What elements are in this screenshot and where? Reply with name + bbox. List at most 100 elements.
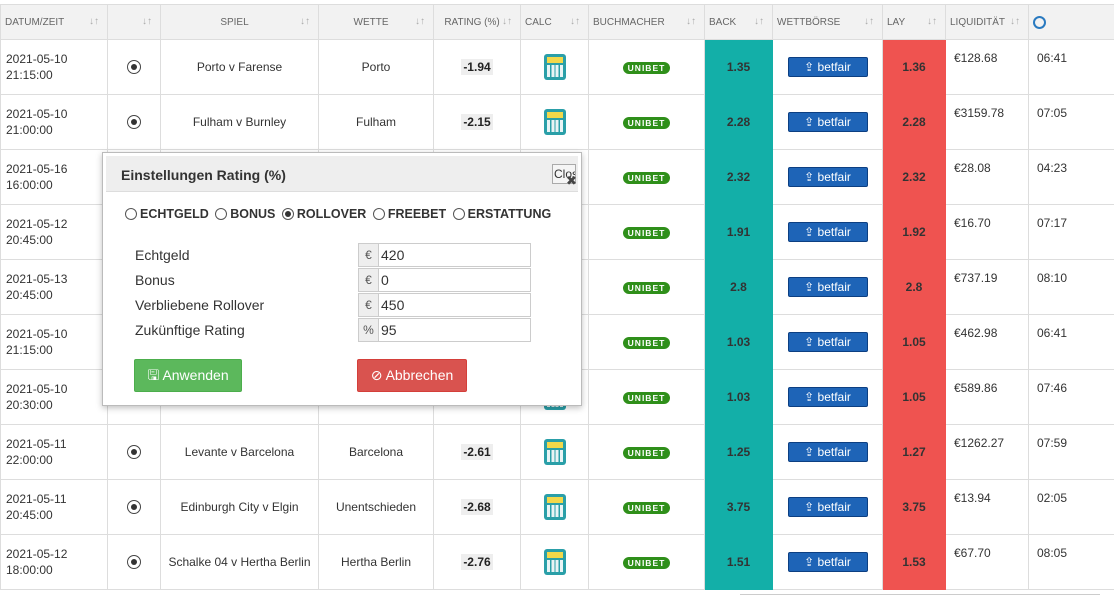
betfair-logo[interactable]: ⇪ betfair xyxy=(787,277,868,297)
betfair-logo[interactable]: ⇪ betfair xyxy=(787,167,868,187)
cell-calc[interactable] xyxy=(520,94,589,150)
currency-prefix: € xyxy=(358,243,378,267)
apply-button[interactable]: 🖫 Anwenden xyxy=(134,359,242,392)
calculator-icon[interactable] xyxy=(543,549,566,575)
cell-exchange[interactable]: ⇪ betfair xyxy=(772,314,883,370)
rollover-input[interactable] xyxy=(378,293,531,317)
col-header-spiel[interactable]: SPIEL ↓↑ xyxy=(160,4,319,40)
calculator-icon[interactable] xyxy=(543,109,566,135)
cell-calc[interactable] xyxy=(520,534,589,590)
close-icon[interactable]: ✖ xyxy=(566,173,577,189)
cell-sport xyxy=(107,424,161,480)
cell-bookmaker[interactable]: UNIBET xyxy=(588,259,705,315)
unibet-logo[interactable]: UNIBET xyxy=(622,556,671,569)
radio-echtgeld[interactable]: ECHTGELD xyxy=(125,207,209,221)
radio-bonus[interactable]: BONUS xyxy=(215,207,275,221)
calculator-icon[interactable] xyxy=(543,494,566,520)
echtgeld-input[interactable] xyxy=(378,243,531,267)
radio-circle[interactable] xyxy=(452,208,465,220)
cell-datetime: 2021-05-12 20:45:00 xyxy=(0,204,108,260)
unibet-logo[interactable]: UNIBET xyxy=(622,171,671,184)
cell-calc[interactable] xyxy=(520,424,589,480)
cell-bookmaker[interactable]: UNIBET xyxy=(588,424,705,480)
col-header-buchmacher[interactable]: BUCHMACHER ↓↑ xyxy=(588,4,705,40)
radio-circle[interactable] xyxy=(372,208,385,220)
cell-bookmaker[interactable]: UNIBET xyxy=(588,204,705,260)
calculator-icon[interactable] xyxy=(543,439,566,465)
radio-freebet[interactable]: FREEBET xyxy=(372,207,446,221)
cell-exchange[interactable]: ⇪ betfair xyxy=(772,39,883,95)
betfair-logo[interactable]: ⇪ betfair xyxy=(787,57,868,77)
cell-countdown: 07:59 xyxy=(1028,424,1114,480)
radio-circle[interactable] xyxy=(215,208,228,220)
cell-exchange[interactable]: ⇪ betfair xyxy=(772,534,883,590)
col-header-calc[interactable]: CALC ↓↑ xyxy=(520,4,589,40)
future-rating-input[interactable] xyxy=(378,318,531,342)
unibet-logo[interactable]: UNIBET xyxy=(622,446,671,459)
unibet-logo[interactable]: UNIBET xyxy=(622,391,671,404)
table-row[interactable]: 2021-05-10 21:00:00 Fulham v Burnley Fulham… xyxy=(0,94,1114,150)
unibet-logo[interactable]: UNIBET xyxy=(622,61,671,74)
betfair-logo[interactable]: ⇪ betfair xyxy=(787,222,868,242)
field-label-echtgeld: Echtgeld xyxy=(135,247,190,263)
bonus-input[interactable] xyxy=(378,268,531,292)
cell-bookmaker[interactable]: UNIBET xyxy=(588,369,705,425)
cell-match: Edinburgh City v Elgin xyxy=(160,479,319,535)
cell-exchange[interactable]: ⇪ betfair xyxy=(772,259,883,315)
cell-exchange[interactable]: ⇪ betfair xyxy=(772,204,883,260)
betfair-logo[interactable]: ⇪ betfair xyxy=(787,552,868,572)
col-header-datum[interactable]: DATUM/ZEIT ↓↑ xyxy=(0,4,108,40)
radio-erstattung[interactable]: ERSTATTUNG xyxy=(452,207,551,221)
calculator-icon[interactable] xyxy=(543,54,566,80)
table-row[interactable]: 2021-05-11 22:00:00 Levante v Barcelona Bar… xyxy=(0,424,1114,480)
unibet-logo[interactable]: UNIBET xyxy=(622,116,671,129)
cell-back-odds: 1.35 xyxy=(704,39,773,95)
cell-bookmaker[interactable]: UNIBET xyxy=(588,479,705,535)
betfair-logo[interactable]: ⇪ betfair xyxy=(787,497,868,517)
table-row[interactable]: 2021-05-11 20:45:00 Edinburgh City v Elgin… xyxy=(0,479,1114,535)
betfair-logo[interactable]: ⇪ betfair xyxy=(787,442,868,462)
cell-exchange[interactable]: ⇪ betfair xyxy=(772,369,883,425)
radio-circle-checked[interactable] xyxy=(281,208,294,220)
cell-exchange[interactable]: ⇪ betfair xyxy=(772,424,883,480)
col-header-back[interactable]: BACK ↓↑ xyxy=(704,4,773,40)
cell-bookmaker[interactable]: UNIBET xyxy=(588,314,705,370)
unibet-logo[interactable]: UNIBET xyxy=(622,336,671,349)
pagination[interactable] xyxy=(740,594,1100,601)
col-header-sport[interactable]: ↓↑ xyxy=(107,4,161,40)
cell-sport xyxy=(107,479,161,535)
cell-datetime: 2021-05-10 21:00:00 xyxy=(0,94,108,150)
cell-bookmaker[interactable]: UNIBET xyxy=(588,149,705,205)
cell-calc[interactable] xyxy=(520,479,589,535)
cell-exchange[interactable]: ⇪ betfair xyxy=(772,479,883,535)
cell-exchange[interactable]: ⇪ betfair xyxy=(772,94,883,150)
cell-bookmaker[interactable]: UNIBET xyxy=(588,39,705,95)
field-rollover: € xyxy=(358,293,531,317)
cancel-button[interactable]: ⊘ Abbrechen xyxy=(357,359,467,392)
radio-circle[interactable] xyxy=(125,208,137,220)
cell-liquidity: €67.70 xyxy=(945,534,1029,590)
cell-datetime: 2021-05-11 20:45:00 xyxy=(0,479,108,535)
unibet-logo[interactable]: UNIBET xyxy=(622,501,671,514)
sort-icon: ↓↑ xyxy=(415,16,425,27)
table-row[interactable]: 2021-05-12 18:00:00 Schalke 04 v Hertha Be… xyxy=(0,534,1114,590)
cell-match: Porto v Farense xyxy=(160,39,319,95)
col-header-wette[interactable]: WETTE ↓↑ xyxy=(318,4,434,40)
cell-liquidity: €13.94 xyxy=(945,479,1029,535)
cell-bookmaker[interactable]: UNIBET xyxy=(588,534,705,590)
unibet-logo[interactable]: UNIBET xyxy=(622,281,671,294)
cell-exchange[interactable]: ⇪ betfair xyxy=(772,149,883,205)
betfair-logo[interactable]: ⇪ betfair xyxy=(787,332,868,352)
cell-calc[interactable] xyxy=(520,39,589,95)
betfair-logo[interactable]: ⇪ betfair xyxy=(787,387,868,407)
col-header-rating[interactable]: RATING (%) ↓↑ xyxy=(433,4,521,40)
table-row[interactable]: 2021-05-10 21:15:00 Porto v Farense Porto -1… xyxy=(0,39,1114,95)
col-header-wettboerse[interactable]: WETTBÖRSE ↓↑ xyxy=(772,4,883,40)
unibet-logo[interactable]: UNIBET xyxy=(622,226,671,239)
radio-rollover[interactable]: ROLLOVER xyxy=(281,207,366,221)
col-header-liquiditaet[interactable]: LIQUIDITÄT ↓↑ xyxy=(945,4,1029,40)
col-header-clock[interactable] xyxy=(1028,4,1114,40)
cell-bookmaker[interactable]: UNIBET xyxy=(588,94,705,150)
betfair-logo[interactable]: ⇪ betfair xyxy=(787,112,868,132)
col-header-lay[interactable]: LAY ↓↑ xyxy=(882,4,946,40)
